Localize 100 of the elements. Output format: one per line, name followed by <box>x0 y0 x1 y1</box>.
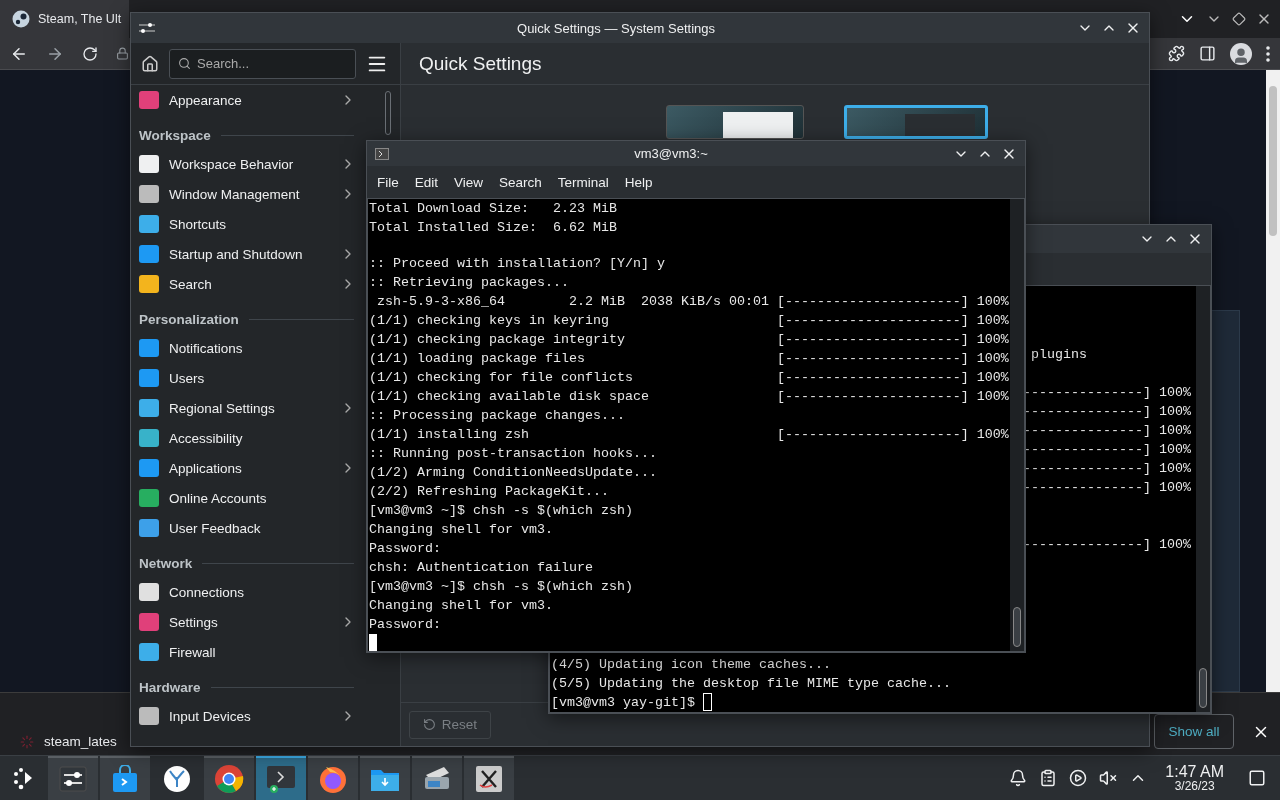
terminal-line: (5/5) Updating the desktop file MIME type cache... <box>551 675 951 693</box>
terminal-line: plugins <box>1030 346 1087 364</box>
category-icon <box>139 489 159 507</box>
terminal-line: ---------------] 100% <box>1023 479 1191 497</box>
sidebar-item[interactable]: Settings <box>131 607 364 637</box>
progress-text: [----------------------] 100% <box>776 369 1009 387</box>
section-header: Personalization <box>139 312 239 327</box>
scrollbar[interactable] <box>1010 199 1024 651</box>
home-button[interactable] <box>141 54 159 73</box>
terminal-line: [vm3@vm3 ~]$ chsh -s $(which zsh) <box>369 502 633 520</box>
clock[interactable]: 1:47 AM 3/26/23 <box>1165 764 1224 792</box>
media-play-icon <box>1069 769 1088 787</box>
category-icon <box>139 583 159 601</box>
menu-item[interactable]: View <box>448 172 490 192</box>
category-icon <box>139 707 159 725</box>
terminal-line: (4/5) Updating icon theme caches... <box>551 656 831 674</box>
sidebar-item[interactable]: Search <box>131 269 364 299</box>
category-icon <box>139 91 159 109</box>
terminal-line: Changing shell for vm3. <box>369 597 553 615</box>
terminal-line: Password: <box>369 616 441 634</box>
terminal-line: (1/1) checking available disk space <box>369 388 650 406</box>
steam-logo-icon <box>12 10 30 28</box>
category-icon <box>139 215 159 233</box>
scroll-thumb[interactable] <box>1199 668 1207 708</box>
menu-item[interactable]: Help <box>618 172 659 192</box>
terminal-icon <box>375 147 389 160</box>
page-title: Quick Settings <box>419 52 542 75</box>
search-icon <box>178 57 191 70</box>
terminal-line: ---------------] 100% <box>1023 384 1191 402</box>
text-cursor <box>702 693 712 712</box>
category-icon <box>139 369 159 387</box>
terminal-line: chsh: Authentication failure <box>369 559 593 577</box>
undo-icon <box>422 718 436 731</box>
menu-item[interactable]: Terminal <box>551 172 615 192</box>
download-file-name[interactable]: steam_lates <box>44 734 117 749</box>
section-header: Network <box>139 556 193 571</box>
browser-tab[interactable]: Steam, The Ult <box>0 0 129 38</box>
category-icon <box>139 155 159 173</box>
sidebar-item[interactable]: Input Devices <box>131 701 364 731</box>
terminal-line: (1/1) loading package files <box>369 350 586 368</box>
category-icon <box>139 613 159 631</box>
sidebar-item[interactable]: Workspace Behavior <box>131 149 364 179</box>
task-button[interactable] <box>204 755 254 800</box>
menu-item[interactable]: Edit <box>408 172 445 192</box>
task-button[interactable] <box>48 755 98 800</box>
terminal-line: [vm3@vm3 ~]$ chsh -s $(which zsh) <box>369 578 633 596</box>
terminal-line: :: Retrieving packages... <box>369 274 569 292</box>
sidebar-item[interactable]: Appearance <box>131 85 364 115</box>
side-panel-button[interactable] <box>1199 45 1216 62</box>
section-header: Workspace <box>139 128 211 143</box>
category-icon <box>139 459 159 477</box>
side-panel-icon <box>1199 45 1216 62</box>
sidebar-item[interactable]: Shortcuts <box>131 209 364 239</box>
sidebar-item[interactable]: Startup and Shutdown <box>131 239 364 269</box>
terminal-icon <box>266 764 296 794</box>
more-icon <box>1266 45 1270 62</box>
terminal-line: Total Download Size: 2.23 MiB <box>369 200 617 218</box>
terminal-line: [vm3@vm3 yay-git]$ <box>551 693 712 712</box>
sliders-icon <box>59 766 87 792</box>
sidebar-item[interactable]: Applications <box>131 453 364 483</box>
menu-button[interactable] <box>1266 45 1270 62</box>
scrollbar[interactable] <box>1196 286 1210 712</box>
terminal-line: ---------------] 100% <box>1023 403 1191 421</box>
sidebar-item[interactable]: Users <box>131 363 364 393</box>
scroll-thumb[interactable] <box>1013 607 1021 647</box>
terminal-line: zsh-5.9-3-x86_64 2.2 MiB 2038 KiB/s 00:01 <box>376 293 770 311</box>
menu-item[interactable]: File <box>371 172 405 192</box>
sidebar-item[interactable]: Accessibility <box>131 423 364 453</box>
maximize-button[interactable] <box>1232 12 1246 26</box>
category-icon <box>139 429 159 447</box>
puzzle-icon <box>1168 45 1185 62</box>
sidebar-item[interactable]: Online Accounts <box>131 483 364 513</box>
extensions-button[interactable] <box>1168 45 1185 62</box>
text-cursor <box>369 634 377 651</box>
sidebar-item[interactable]: Regional Settings <box>131 393 364 423</box>
terminal-line: (1/1) checking keys in keyring <box>369 312 610 330</box>
sidebar-item[interactable]: Notifications <box>131 333 364 363</box>
theme-preview[interactable] <box>666 105 804 139</box>
sliders-icon <box>139 22 155 34</box>
lock-icon <box>116 47 129 60</box>
sidebar-item[interactable]: User Feedback <box>131 513 364 543</box>
sidebar-item[interactable]: Connections <box>131 577 364 607</box>
task-button[interactable] <box>464 755 514 800</box>
category-icon <box>139 245 159 263</box>
theme-preview[interactable] <box>844 105 988 139</box>
terminal-line: Total Installed Size: 6.62 MiB <box>369 219 617 237</box>
terminal-line: ---------------] 100% <box>1023 536 1191 554</box>
task-button[interactable] <box>412 755 462 800</box>
home-icon <box>141 54 159 73</box>
sidebar-item[interactable]: Window Management <box>131 179 364 209</box>
reload-button[interactable] <box>82 45 98 62</box>
scroll-thumb[interactable] <box>1269 86 1277 236</box>
search-field[interactable]: Search... <box>169 48 356 79</box>
section-header: Hardware <box>139 680 201 695</box>
profile-avatar[interactable] <box>1230 42 1252 65</box>
terminal-line: (1/2) Arming ConditionNeedsUpdate... <box>369 464 657 482</box>
scroll-thumb[interactable] <box>385 91 391 135</box>
sidebar-item[interactable]: Firewall <box>131 637 364 667</box>
scrollbar[interactable] <box>1266 70 1280 692</box>
menu-item[interactable]: Search <box>493 172 548 192</box>
